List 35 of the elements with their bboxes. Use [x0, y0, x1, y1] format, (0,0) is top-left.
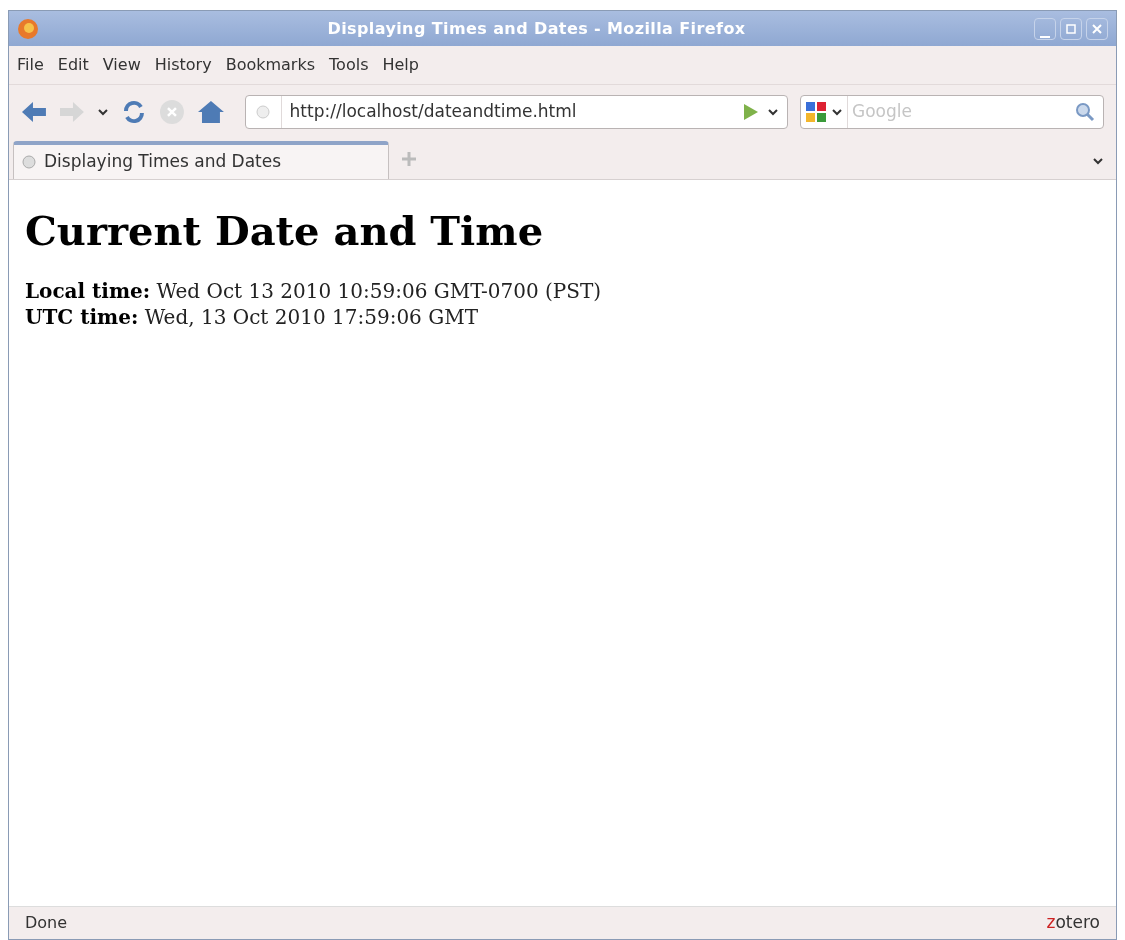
go-arrow-icon[interactable]: [743, 102, 759, 121]
page-icon: [22, 155, 36, 169]
address-bar[interactable]: http://localhost/dateandtime.html: [244, 94, 788, 129]
menu-item[interactable]: File: [17, 53, 44, 77]
page-icon: [256, 104, 271, 119]
time-line: UTC time: Wed, 13 Oct 2010 17:59:06 GMT: [25, 304, 479, 330]
browser-tab[interactable]: Displaying Times and Dates: [13, 141, 389, 179]
menu-item[interactable]: Tools: [329, 53, 369, 77]
menu-item[interactable]: Edit: [57, 53, 89, 77]
time-line: Local time: Wed Oct 13 2010 10:59:06 GMT-0700 (PST): [25, 278, 603, 304]
menu-item[interactable]: Bookmarks: [225, 53, 316, 77]
caret-icon[interactable]: [767, 107, 779, 116]
window-title: Displaying Times and Dates - Mozilla Firefox: [326, 17, 747, 40]
url-text: http://localhost/dateandtime.html: [288, 99, 578, 123]
maximize-icon: [1066, 23, 1076, 34]
menu-item[interactable]: Help: [382, 53, 419, 77]
status-text: Done: [25, 912, 68, 934]
zotero-label[interactable]: zotero: [1046, 910, 1100, 936]
search-icon[interactable]: [1075, 101, 1095, 122]
caret-icon[interactable]: [831, 107, 843, 116]
caret-icon[interactable]: [96, 107, 109, 116]
search-box[interactable]: Google: [800, 94, 1104, 129]
menu-item[interactable]: History: [154, 53, 212, 77]
minimize-button[interactable]: [1034, 17, 1056, 40]
menu-item[interactable]: View: [102, 53, 141, 77]
close-button[interactable]: [1086, 17, 1108, 40]
home-icon[interactable]: [196, 99, 225, 124]
minimize-icon: [1040, 34, 1050, 39]
search-engine-icon[interactable]: [805, 100, 827, 123]
maximize-button[interactable]: [1060, 17, 1082, 40]
caret-icon[interactable]: [1092, 157, 1104, 165]
search-field[interactable]: Google: [848, 98, 1075, 125]
close-icon: [1092, 23, 1102, 34]
page-heading: Current Date and Time: [25, 206, 545, 256]
back-arrow-icon[interactable]: [21, 100, 47, 123]
